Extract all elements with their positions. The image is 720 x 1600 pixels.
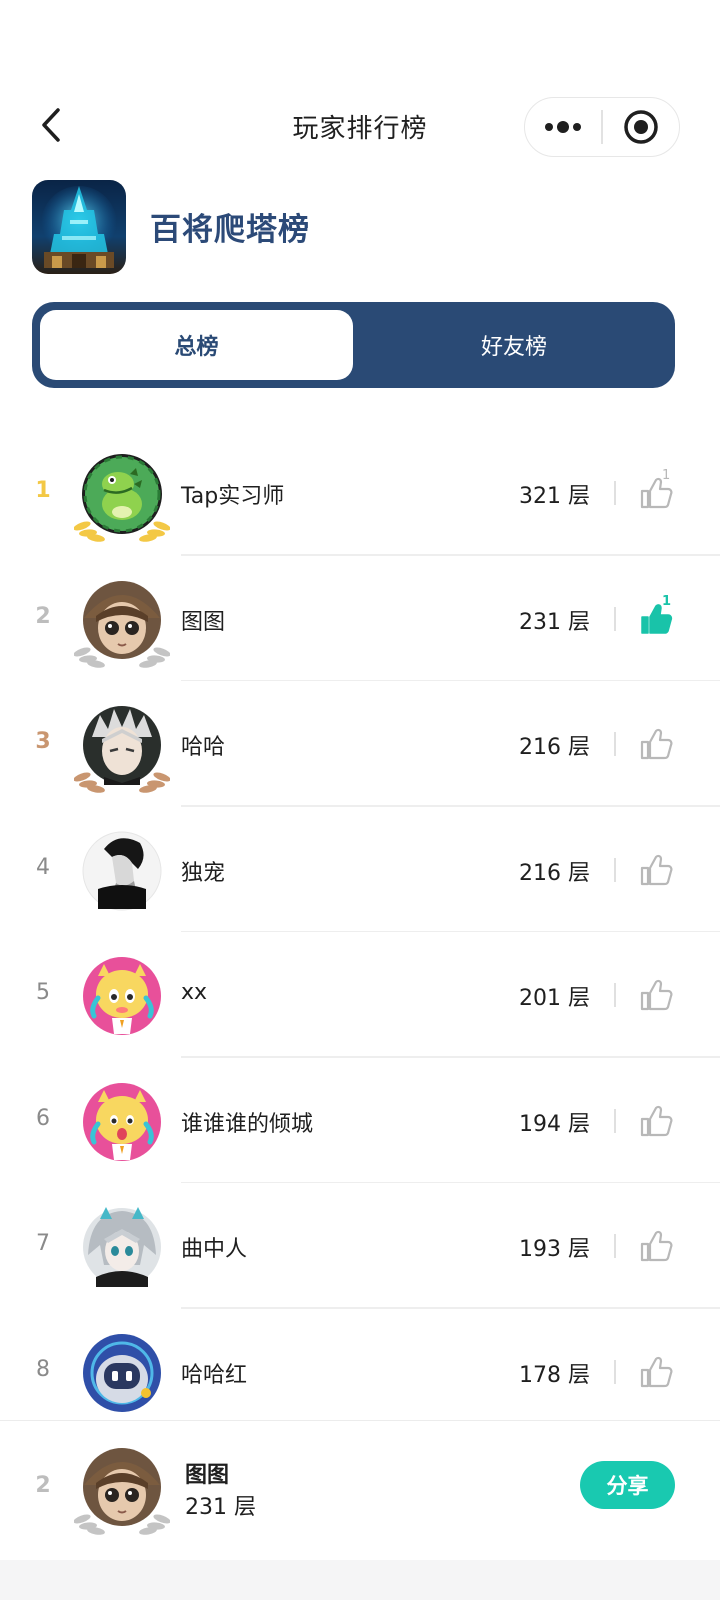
share-button[interactable]: 分享 xyxy=(580,1461,675,1509)
my-rank-bar: 2 图图 231 层 分享 xyxy=(0,1420,720,1561)
thumbs-up-icon[interactable] xyxy=(636,1102,676,1142)
bottom-safe-area xyxy=(0,1560,720,1600)
player-score: 216 层 xyxy=(519,735,590,760)
player-name: 曲中人 xyxy=(181,1237,248,1262)
tab-friends[interactable]: 好友榜 xyxy=(353,302,675,388)
player-name: 图图 xyxy=(181,609,226,635)
player-name: 哈哈 xyxy=(181,735,226,760)
separator xyxy=(614,1359,616,1384)
separator xyxy=(614,732,616,756)
player-score: 194 层 xyxy=(519,1111,590,1137)
navigation-bar: 玩家排行榜 xyxy=(0,0,720,170)
avatar xyxy=(74,1080,170,1170)
player-name: Tap实习师 xyxy=(181,484,285,509)
tab-overall[interactable]: 总榜 xyxy=(40,310,353,380)
separator xyxy=(614,1234,616,1258)
player-name: 哈哈红 xyxy=(181,1362,248,1388)
close-miniprogram-button[interactable] xyxy=(603,98,679,156)
target-icon xyxy=(624,110,658,144)
my-avatar xyxy=(72,1445,172,1537)
separator xyxy=(614,857,616,882)
list-item[interactable]: 5 xx 201 层 xyxy=(0,932,720,1058)
avatar xyxy=(72,578,172,669)
more-dots-icon xyxy=(545,121,582,133)
player-score: 193 层 xyxy=(519,1237,590,1262)
list-item[interactable]: 1 Tap实习师 321 层 1 xyxy=(0,430,720,556)
separator xyxy=(614,606,616,631)
avatar xyxy=(74,829,170,919)
rank-number: 1 xyxy=(35,478,51,503)
list-item[interactable]: 7 曲中人 193 层 xyxy=(0,1183,720,1309)
list-item[interactable]: 3 哈哈 216 层 xyxy=(0,681,720,807)
list-item[interactable]: 8 哈哈红 178 层 xyxy=(0,1309,720,1434)
list-item[interactable]: 4 独宠 216 层 xyxy=(0,807,720,932)
player-score: 178 层 xyxy=(519,1362,590,1388)
like-count: 1 xyxy=(662,468,671,483)
thumbs-up-icon[interactable] xyxy=(636,1227,676,1267)
avatar xyxy=(74,954,170,1044)
separator xyxy=(614,1108,616,1133)
menu-capsule xyxy=(524,97,680,157)
my-name: 图图 xyxy=(185,1463,230,1488)
tower-game-icon xyxy=(32,180,126,274)
player-name: 谁谁谁的倾城 xyxy=(181,1111,314,1137)
avatar xyxy=(72,703,172,795)
rank-number: 5 xyxy=(36,980,50,1005)
list-item[interactable]: 2 图图 231 层 1 xyxy=(0,556,720,681)
thumbs-up-icon[interactable] xyxy=(636,1353,676,1393)
player-name: 独宠 xyxy=(181,860,226,886)
my-score: 231 层 xyxy=(185,1495,256,1520)
avatar xyxy=(74,1331,170,1421)
my-rank-number: 2 xyxy=(35,1473,51,1498)
rank-number: 7 xyxy=(36,1231,50,1256)
separator xyxy=(614,983,616,1007)
separator xyxy=(614,481,616,505)
rank-number: 6 xyxy=(36,1105,50,1131)
rank-number: 4 xyxy=(36,854,50,880)
thumbs-up-icon[interactable] xyxy=(636,851,676,891)
avatar xyxy=(74,1205,170,1295)
thumbs-up-icon[interactable] xyxy=(636,725,676,765)
thumbs-up-icon[interactable] xyxy=(636,976,676,1016)
rank-number: 3 xyxy=(35,729,51,754)
player-score: 201 层 xyxy=(519,986,590,1011)
rank-number: 2 xyxy=(35,603,51,629)
leaderboard-tabs: 总榜 好友榜 xyxy=(32,302,675,388)
ranking-list: 1 Tap实习师 321 层 1 2 图图 231 层 1 3 哈哈 216 层… xyxy=(0,430,720,1434)
player-score: 321 层 xyxy=(519,484,590,509)
like-count: 1 xyxy=(662,593,672,609)
player-score: 216 层 xyxy=(519,860,590,886)
avatar xyxy=(72,452,172,544)
player-name: xx xyxy=(181,980,208,1005)
player-score: 231 层 xyxy=(519,609,590,635)
list-item[interactable]: 6 谁谁谁的倾城 194 层 xyxy=(0,1058,720,1183)
rank-number: 8 xyxy=(36,1356,50,1382)
game-title: 百将爬塔榜 xyxy=(150,212,310,248)
more-button[interactable] xyxy=(525,98,601,156)
